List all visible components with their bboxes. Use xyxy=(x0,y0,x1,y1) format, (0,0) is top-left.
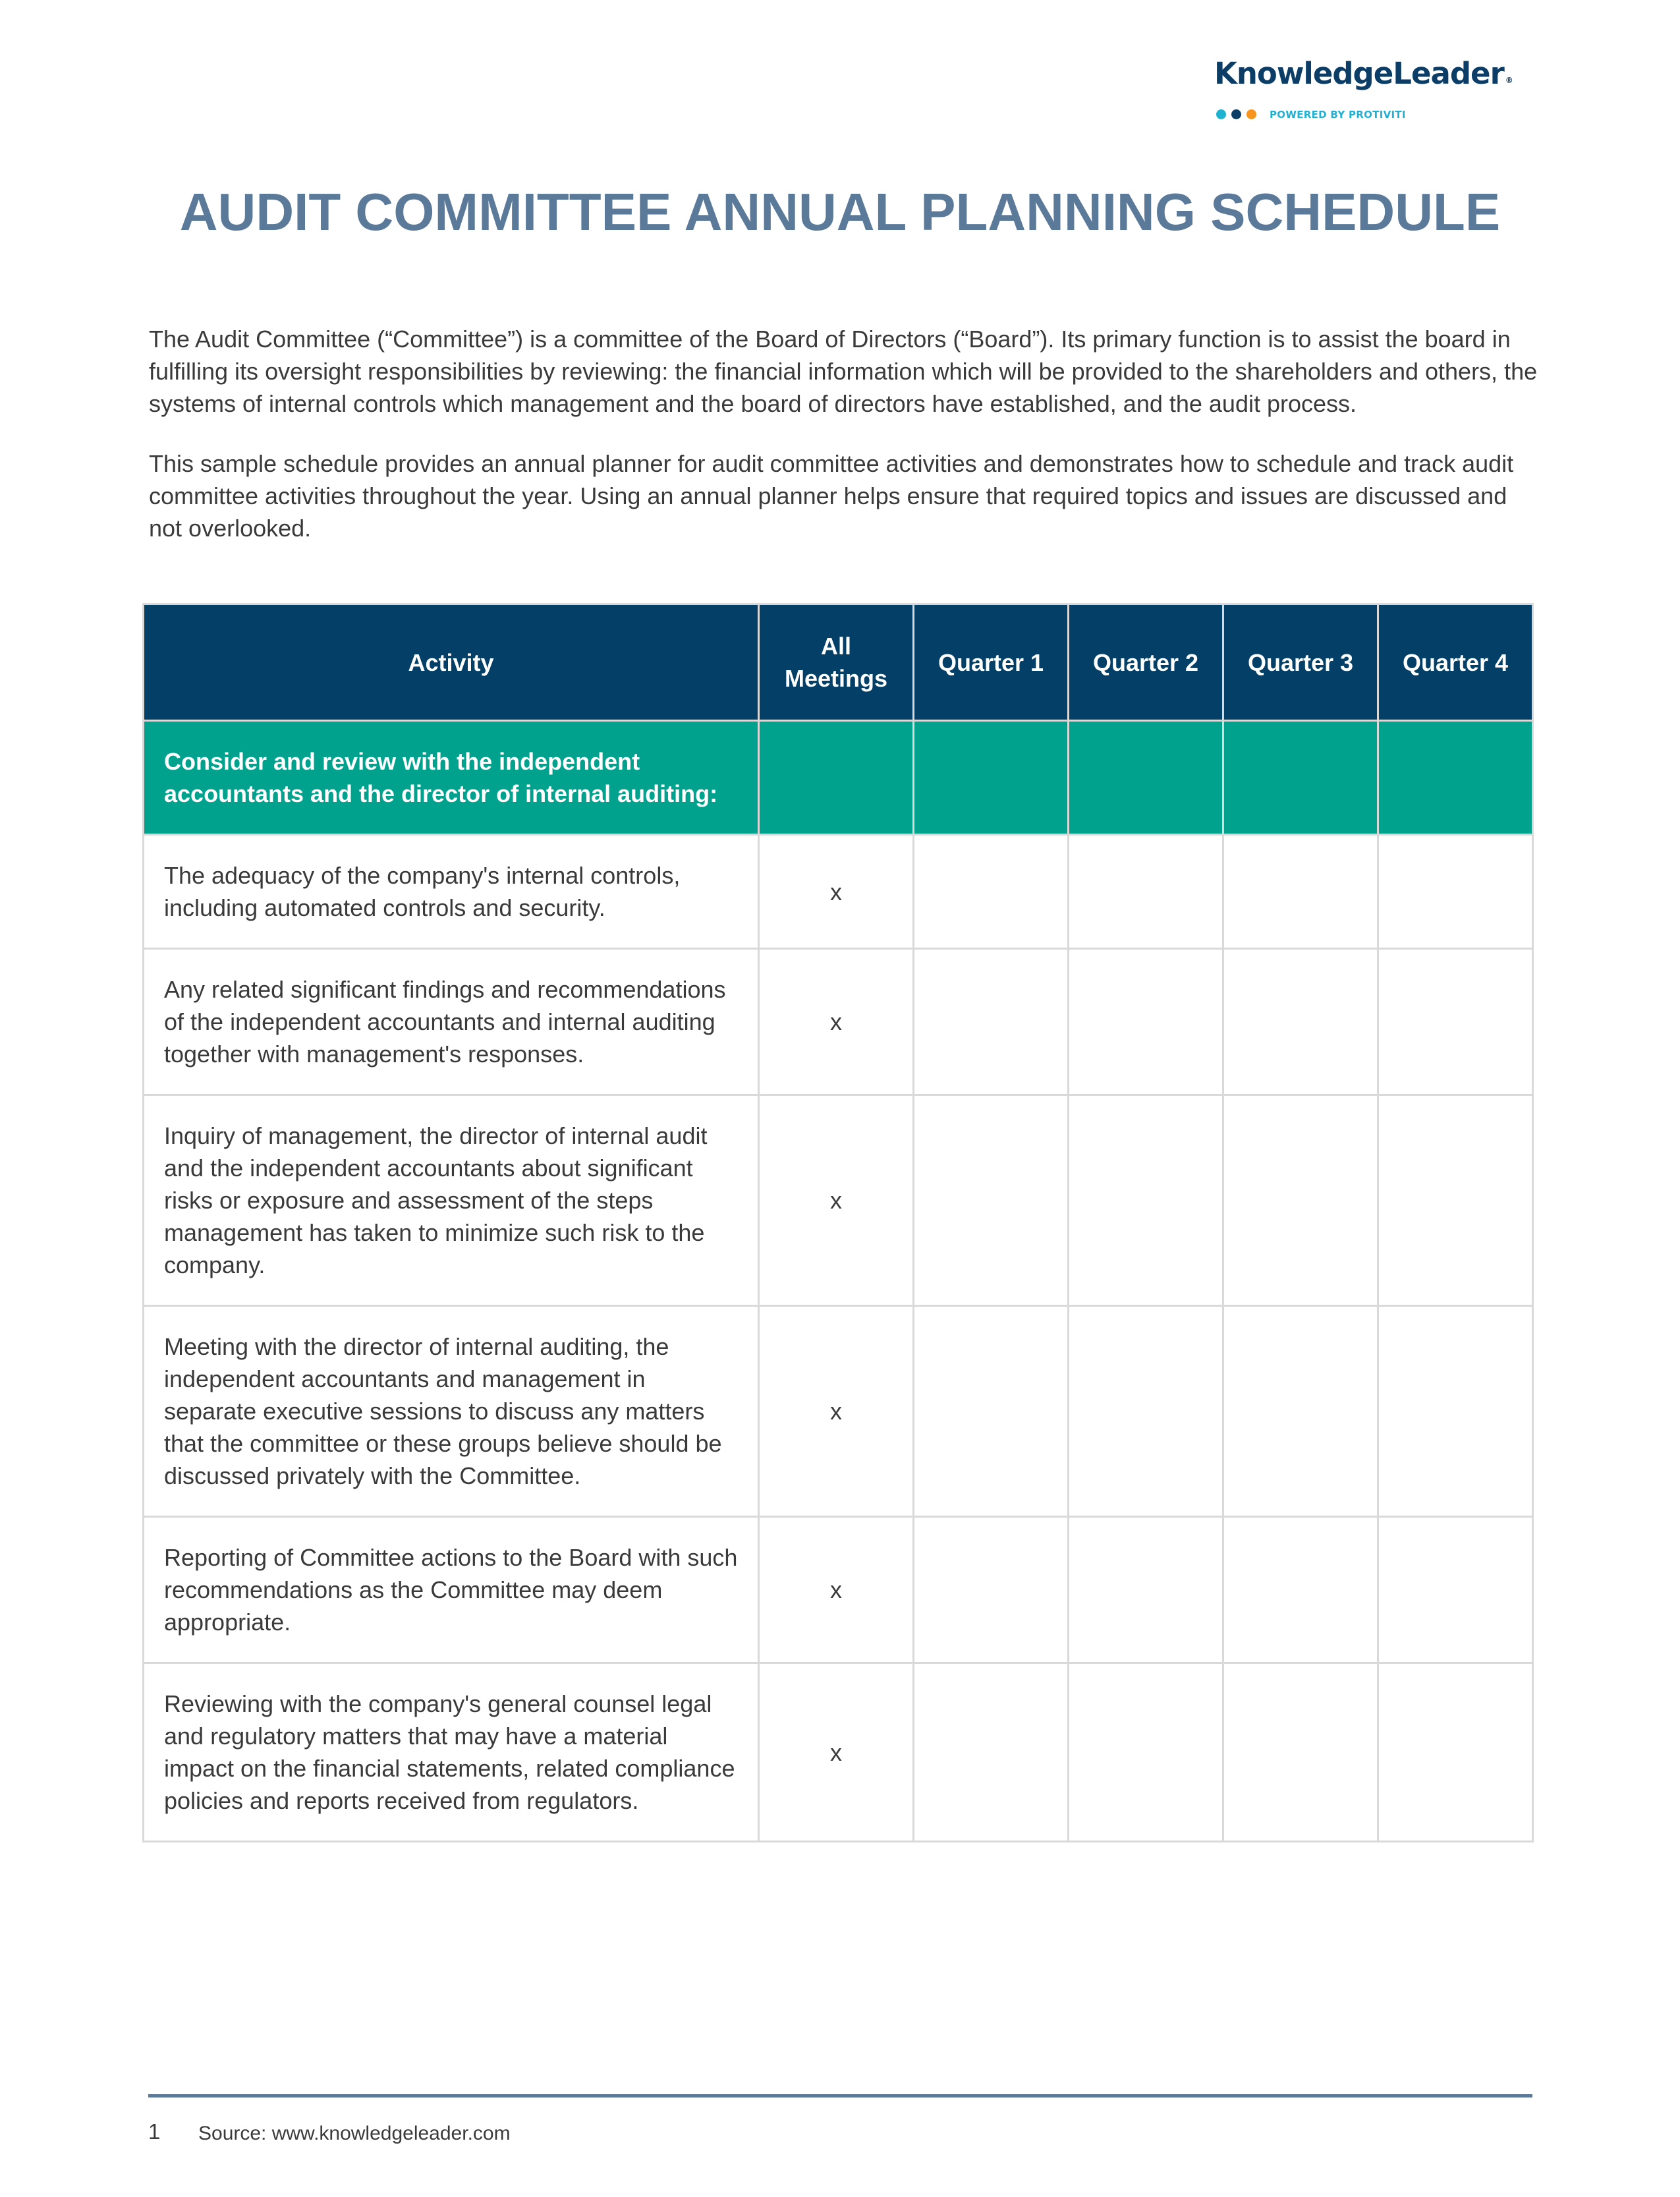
navy-dot-icon xyxy=(1231,109,1241,119)
quarter-2-cell xyxy=(1067,1305,1224,1518)
table-header-row: Activity All Meetings Quarter 1 Quarter … xyxy=(142,603,1534,722)
header-activity: Activity xyxy=(142,603,760,722)
section-cell-q3 xyxy=(1222,720,1379,836)
quarter-1-cell xyxy=(912,1516,1069,1664)
activity-cell: Reviewing with the company's general cou… xyxy=(142,1662,760,1842)
logo-dots xyxy=(1216,109,1256,119)
header-quarter-3: Quarter 3 xyxy=(1222,603,1379,722)
source-note: Source: www.knowledgeleader.com xyxy=(198,2123,511,2144)
quarter-1-cell xyxy=(912,1094,1069,1307)
table-row: Reviewing with the company's general cou… xyxy=(142,1662,1534,1842)
activity-cell: Any related significant findings and rec… xyxy=(142,948,760,1096)
quarter-2-cell xyxy=(1067,1662,1224,1842)
quarter-4-cell xyxy=(1377,1305,1534,1518)
logo-wordmark: KnowledgeLeader ® xyxy=(1214,54,1513,94)
table-row: Reporting of Committee actions to the Bo… xyxy=(142,1516,1534,1664)
quarter-4-cell xyxy=(1377,948,1534,1096)
quarter-3-cell xyxy=(1222,1662,1379,1842)
header-all-meetings: All Meetings xyxy=(758,603,914,722)
activity-cell: Inquiry of management, the director of i… xyxy=(142,1094,760,1307)
intro-text: The Audit Committee (“Committee”) is a c… xyxy=(149,323,1539,572)
teal-dot-icon xyxy=(1216,109,1226,119)
section-cell-q1 xyxy=(912,720,1069,836)
quarter-3-cell xyxy=(1222,1516,1379,1664)
quarter-4-cell xyxy=(1377,1516,1534,1664)
page-title: AUDIT COMMITTEE ANNUAL PLANNING SCHEDULE xyxy=(179,183,1501,241)
section-row: Consider and review with the independent… xyxy=(142,720,1534,836)
activity-cell: The adequacy of the company's internal c… xyxy=(142,834,760,950)
section-heading: Consider and review with the independent… xyxy=(142,720,760,836)
header-quarter-4: Quarter 4 xyxy=(1377,603,1534,722)
table-row: Meeting with the director of internal au… xyxy=(142,1305,1534,1518)
quarter-3-cell xyxy=(1222,834,1379,950)
quarter-2-cell xyxy=(1067,1516,1224,1664)
orange-dot-icon xyxy=(1246,109,1256,119)
all-meetings-cell: x xyxy=(758,1662,914,1842)
quarter-2-cell xyxy=(1067,948,1224,1096)
logo-tagline: POWERED BY PROTIVITI xyxy=(1270,109,1406,121)
knowledgeleader-logo: KnowledgeLeader ® POWERED BY PROTIVITI xyxy=(1214,54,1544,127)
header-all-meetings-label: All Meetings xyxy=(784,633,888,692)
registered-mark: ® xyxy=(1505,76,1513,85)
activity-cell: Meeting with the director of internal au… xyxy=(142,1305,760,1518)
all-meetings-cell: x xyxy=(758,948,914,1096)
quarter-4-cell xyxy=(1377,834,1534,950)
quarter-3-cell xyxy=(1222,948,1379,1096)
activity-cell: Reporting of Committee actions to the Bo… xyxy=(142,1516,760,1664)
quarter-1-cell xyxy=(912,834,1069,950)
table-row: Inquiry of management, the director of i… xyxy=(142,1094,1534,1307)
quarter-2-cell xyxy=(1067,834,1224,950)
all-meetings-cell: x xyxy=(758,1094,914,1307)
page-number: 1 xyxy=(148,2119,161,2144)
quarter-1-cell xyxy=(912,1662,1069,1842)
table-row: The adequacy of the company's internal c… xyxy=(142,834,1534,950)
table-row: Any related significant findings and rec… xyxy=(142,948,1534,1096)
all-meetings-cell: x xyxy=(758,1516,914,1664)
section-cell-q4 xyxy=(1377,720,1534,836)
all-meetings-cell: x xyxy=(758,834,914,950)
quarter-1-cell xyxy=(912,1305,1069,1518)
footer-divider xyxy=(148,2094,1532,2097)
header-quarter-2: Quarter 2 xyxy=(1067,603,1224,722)
all-meetings-cell: x xyxy=(758,1305,914,1518)
planning-schedule-table: Activity All Meetings Quarter 1 Quarter … xyxy=(142,603,1534,1842)
quarter-3-cell xyxy=(1222,1305,1379,1518)
quarter-3-cell xyxy=(1222,1094,1379,1307)
quarter-4-cell xyxy=(1377,1662,1534,1842)
section-cell-all xyxy=(758,720,914,836)
intro-paragraph-1: The Audit Committee (“Committee”) is a c… xyxy=(149,326,1538,417)
section-cell-q2 xyxy=(1067,720,1224,836)
header-quarter-1: Quarter 1 xyxy=(912,603,1069,722)
quarter-2-cell xyxy=(1067,1094,1224,1307)
logo-wordmark-text: KnowledgeLeader xyxy=(1214,56,1505,91)
quarter-1-cell xyxy=(912,948,1069,1096)
quarter-4-cell xyxy=(1377,1094,1534,1307)
intro-paragraph-2: This sample schedule provides an annual … xyxy=(149,450,1514,542)
